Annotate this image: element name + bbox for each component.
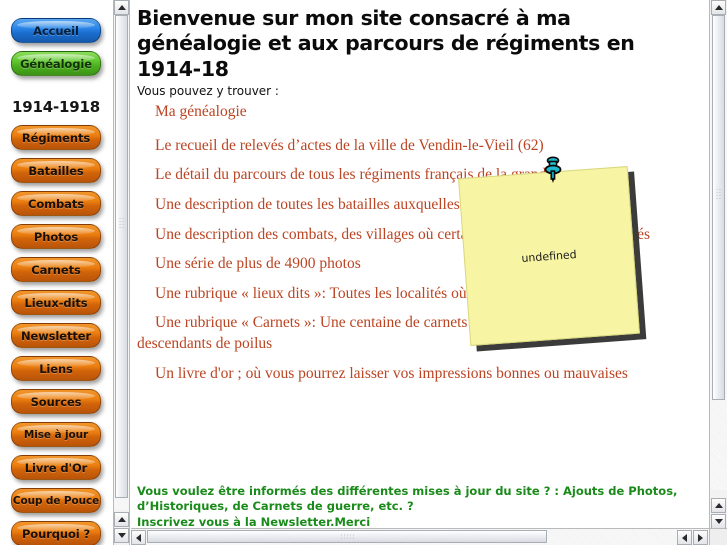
scrollbar-corner [709,528,727,545]
sidebar-item-label: Mise à jour [23,428,89,441]
sidebar-item-livre-d-or[interactable]: Livre d'Or [11,455,101,480]
sidebar-item-coup-de-pouce[interactable]: Coup de Pouce [11,488,101,513]
sidebar-item-sources[interactable]: Sources [11,389,101,414]
sidebar-vertical-scrollbar[interactable] [113,0,130,545]
scroll-up-arrow-icon[interactable] [114,512,129,527]
sidebar-section-title: 1914-1918 [12,98,100,116]
page-root: Accueil Généalogie 1914-1918 Régiments B… [0,0,727,545]
sidebar-item-label: Newsletter [20,328,92,343]
sidebar-item-label: Coup de Pouce [12,494,100,507]
sidebar-item-pourquoi[interactable]: Pourquoi ? [11,521,101,545]
sidebar-item-genealogie[interactable]: Généalogie [11,51,101,76]
scroll-thumb[interactable] [115,15,128,498]
sidebar-item-carnets[interactable]: Carnets [11,257,101,282]
scroll-thumb[interactable] [712,15,725,400]
main-content-frame: Bienvenue sur mon site consacré à ma gén… [131,0,709,545]
sidebar-item-lieux-dits[interactable]: Lieux-dits [11,290,101,315]
list-item[interactable]: Un livre d'or ; où vous pourrez laisser … [137,364,696,385]
scroll-grip-icon [715,187,722,200]
sidebar-item-label: Généalogie [20,56,92,71]
sidebar-item-newsletter[interactable]: Newsletter [11,323,101,348]
scroll-right-arrow-icon[interactable] [693,530,708,545]
scroll-up-arrow-icon[interactable] [711,498,726,513]
sidebar-item-photos[interactable]: Photos [11,224,101,249]
sidebar-item-label: Carnets [31,262,81,277]
sidebar-item-label: Combats [28,196,84,211]
sidebar-item-accueil[interactable]: Accueil [11,18,101,43]
scroll-down-arrow-icon[interactable] [711,514,726,529]
page-title: Bienvenue sur mon site consacré à ma gén… [137,6,635,81]
sticky-note[interactable]: undefined [458,166,640,346]
sidebar-item-label: Livre d'Or [24,460,88,475]
scroll-up-arrow-icon[interactable] [711,0,726,15]
scroll-left-arrow-icon[interactable] [131,530,146,545]
intro-text: Vous pouvez y trouver : [137,84,279,99]
sidebar-item-liens[interactable]: Liens [11,356,101,381]
sidebar-item-label: Lieux-dits [24,295,88,310]
list-item[interactable]: Ma généalogie [137,102,696,123]
main-horizontal-scrollbar[interactable] [131,528,709,545]
pushpin-icon[interactable] [542,156,564,184]
scroll-left-arrow-icon[interactable] [677,530,692,545]
scroll-down-arrow-icon[interactable] [114,528,129,543]
newsletter-line-1: Vous voulez être informés des différente… [137,484,678,514]
scroll-grip-icon [340,533,354,540]
scroll-up-arrow-icon[interactable] [114,0,129,15]
sidebar-item-label: Pourquoi ? [21,526,91,541]
sidebar-item-batailles[interactable]: Batailles [11,158,101,183]
sidebar-item-label: Sources [30,394,82,409]
scroll-grip-icon [118,216,125,229]
sidebar-item-label: Photos [33,229,79,244]
list-item[interactable]: Le recueil de relevés d’actes de la vill… [137,136,696,157]
sidebar-item-combats[interactable]: Combats [11,191,101,216]
sidebar-item-label: Régiments [21,130,91,145]
sidebar-item-label: Liens [39,361,73,376]
sticky-note-text: undefined [520,247,578,265]
sidebar-item-regiments[interactable]: Régiments [11,125,101,150]
sidebar-item-mise-a-jour[interactable]: Mise à jour [11,422,101,447]
main-vertical-scrollbar[interactable] [709,0,727,530]
sidebar-item-label: Accueil [33,23,79,38]
newsletter-callout: Vous voulez être informés des différente… [137,484,697,530]
sidebar: Accueil Généalogie 1914-1918 Régiments B… [0,0,112,545]
scroll-thumb[interactable] [147,530,547,543]
sidebar-item-label: Batailles [28,163,84,178]
